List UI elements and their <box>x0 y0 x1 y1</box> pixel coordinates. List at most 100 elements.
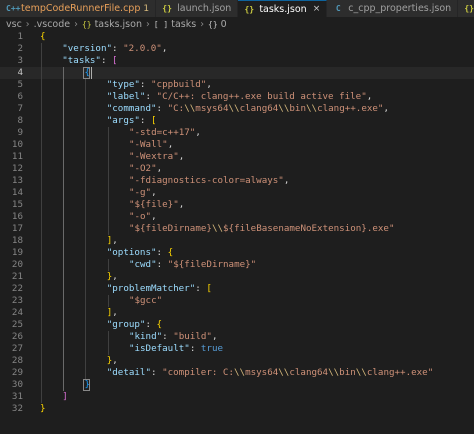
code-line[interactable]: 6 "label": "C/C++: clang++.exe build acti… <box>0 91 474 103</box>
code-token: "2.0.0" <box>123 43 162 54</box>
indent-guide <box>107 199 109 211</box>
tab-launch-json[interactable]: {} launch.json <box>156 0 239 17</box>
code-line[interactable]: 5 "type": "cppbuild", <box>0 79 474 91</box>
code-text: "${fileDirname}\\${fileBasenameNoExtensi… <box>129 223 395 235</box>
code-line[interactable]: 14 "-g", <box>0 187 474 199</box>
indent-guide <box>85 223 87 235</box>
tab-c-cpp-properties-json[interactable]: Cc_cpp_properties.json <box>327 0 459 17</box>
code-line[interactable]: 1{ <box>0 31 474 43</box>
breadcrumb-file[interactable]: tasks.json <box>95 19 142 30</box>
indent-guide <box>41 127 42 139</box>
indent-guide <box>107 151 109 163</box>
tab-tasks-json[interactable]: {} tasks.json × <box>238 0 328 17</box>
code-token: : <box>156 259 168 270</box>
code-token: msys64 <box>245 367 279 378</box>
code-editor[interactable]: 1{2 "version": "2.0.0", 3 "tasks": [4{5 "typ… <box>0 31 474 434</box>
code-text: "type": "cppbuild", <box>107 79 212 91</box>
code-text: "group": { <box>107 319 162 331</box>
tab-tempcoderunnerfile-cpp[interactable]: C++ tempCodeRunnerFile.cpp 1 <box>0 0 157 17</box>
breadcrumb-folder[interactable]: .vscode <box>34 19 71 30</box>
code-token: \\ <box>184 103 196 114</box>
code-line[interactable]: 26 "kind": "build", <box>0 331 474 343</box>
code-line[interactable]: 4{ <box>0 67 474 79</box>
indent-guide <box>85 331 87 343</box>
indent-guide <box>63 319 65 331</box>
indent-guide <box>85 103 87 115</box>
code-line[interactable]: 24], <box>0 307 474 319</box>
breadcrumb-array[interactable]: tasks <box>171 19 196 30</box>
tab-workspace-co[interactable]: {}workspace.co <box>458 0 474 17</box>
code-token: "command" <box>106 103 157 114</box>
indent-guide <box>41 187 42 199</box>
code-token: , <box>112 235 118 246</box>
line-number: 14 <box>11 187 23 198</box>
line-number: 25 <box>11 319 23 330</box>
breadcrumb: vsc › .vscode › {} tasks.json › [ ] task… <box>0 17 474 32</box>
code-text: "-Wall", <box>129 139 173 151</box>
code-token: "${file}" <box>128 199 179 210</box>
code-line[interactable]: 13 "-fdiagnostics-color=always", <box>0 175 474 187</box>
indent-guide <box>63 79 65 91</box>
breadcrumb-root[interactable]: vsc <box>6 19 22 30</box>
code-line[interactable]: 31] <box>0 391 474 403</box>
line-number: 23 <box>11 295 23 306</box>
json-file-icon: {} <box>162 4 172 13</box>
code-line[interactable]: 27 "isDefault": true <box>0 343 474 355</box>
chevron-right-icon: › <box>200 19 204 30</box>
code-line[interactable]: 19 "options": { <box>0 247 474 259</box>
code-line[interactable]: 18], <box>0 235 474 247</box>
code-line[interactable]: 25 "group": { <box>0 319 474 331</box>
indent-guide <box>41 211 42 223</box>
indent-guide <box>63 127 65 139</box>
json-file-icon: {} <box>464 4 474 13</box>
indent-guide <box>63 367 65 379</box>
code-line[interactable]: 8 "args": [ <box>0 115 474 127</box>
breadcrumb-object[interactable]: 0 <box>221 19 227 30</box>
code-line[interactable]: 3 "tasks": [ <box>0 55 474 67</box>
code-token: : <box>139 115 151 126</box>
indent-guide <box>85 355 87 367</box>
code-line[interactable]: 17 "${fileDirname}\\${fileBasenameNoExten… <box>0 223 474 235</box>
code-line[interactable]: 29 "detail": "compiler: C:\\msys64\\clang… <box>0 367 474 379</box>
code-token: , <box>151 187 157 198</box>
code-line[interactable]: 15 "${file}", <box>0 199 474 211</box>
code-line[interactable]: 30} <box>0 379 474 391</box>
code-token: } <box>40 403 46 414</box>
code-line[interactable]: 12 "-O2", <box>0 163 474 175</box>
code-line[interactable]: 28}, <box>0 355 474 367</box>
indent-guide <box>63 247 65 259</box>
indent-guide <box>41 343 42 355</box>
code-token: "tasks" <box>62 55 101 66</box>
close-icon[interactable]: × <box>313 4 321 14</box>
code-line[interactable]: 11 "-Wextra", <box>0 151 474 163</box>
code-text: "detail": "compiler: C:\\msys64\\clang64… <box>107 367 434 379</box>
code-token: : <box>100 55 113 66</box>
bracket-match-highlight <box>83 379 91 391</box>
code-line[interactable]: 23 "$gcc" <box>0 295 474 307</box>
indent-guide <box>41 91 42 103</box>
indent-guide <box>41 283 42 295</box>
code-line[interactable]: 16 "-o", <box>0 211 474 223</box>
code-line[interactable]: 2 "version": "2.0.0", <box>0 43 474 55</box>
code-line[interactable]: 10 "-Wall", <box>0 139 474 151</box>
indent-guide <box>41 247 42 259</box>
code-line[interactable]: 20 "cwd": "${fileDirname}" <box>0 259 474 271</box>
code-line[interactable]: 32} <box>0 403 474 415</box>
indent-guide <box>63 211 65 223</box>
code-line[interactable]: 21}, <box>0 271 474 283</box>
line-number: 24 <box>11 307 23 318</box>
code-line[interactable]: 22 "problemMatcher": [ <box>0 283 474 295</box>
code-line[interactable]: 7 "command": "C:\\msys64\\clang64\\bin\\c… <box>0 103 474 115</box>
code-text: "version": "2.0.0", <box>62 43 167 55</box>
code-token: , <box>283 175 290 186</box>
code-token: "label" <box>106 91 146 102</box>
code-token: "args" <box>106 115 140 126</box>
code-text: } <box>40 403 46 415</box>
line-number: 16 <box>11 211 23 222</box>
indent-guide <box>41 163 42 175</box>
code-token: ] <box>62 391 68 402</box>
code-line[interactable]: 9 "-std=c++17", <box>0 127 474 139</box>
line-number: 15 <box>11 199 23 210</box>
code-token: "-g" <box>128 187 152 198</box>
indent-guide <box>63 115 65 127</box>
